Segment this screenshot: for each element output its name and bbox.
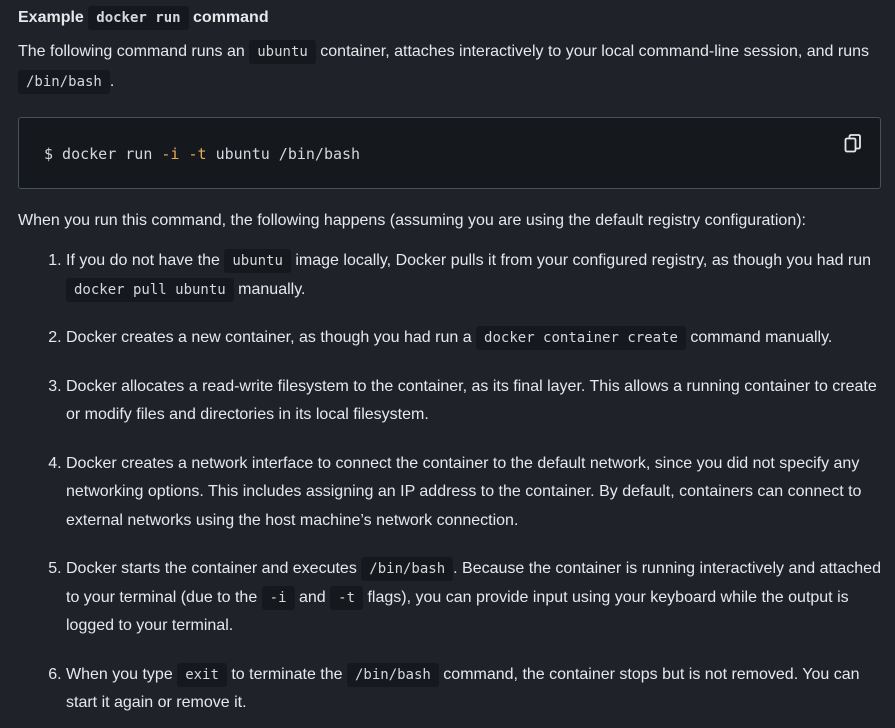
code-command[interactable]: $ docker run -i -t ubuntu /bin/bash xyxy=(44,140,360,168)
intro-paragraph: The following command runs an ubuntu con… xyxy=(18,37,881,97)
intro-text-3: . xyxy=(109,73,115,90)
list-item: If you do not have the ubuntu image loca… xyxy=(66,247,881,304)
code-flag-i: -i xyxy=(161,145,180,163)
intro-code-bash: /bin/bash xyxy=(18,70,110,94)
step-text: When you type xyxy=(66,665,173,683)
after-paragraph: When you run this command, the following… xyxy=(18,212,806,229)
steps-list: If you do not have the ubuntu image loca… xyxy=(18,247,881,718)
list-item: When you type exit to terminate the /bin… xyxy=(66,661,881,718)
step-text: Docker starts the container and executes xyxy=(66,560,357,577)
docs-content: Example docker run command The following… xyxy=(0,0,895,718)
step-text: If you do not have the xyxy=(66,252,220,269)
copy-button[interactable] xyxy=(844,134,862,154)
list-item: Docker starts the container and executes… xyxy=(66,555,881,641)
step-text: Docker creates a new container, as thoug… xyxy=(66,329,472,346)
step-text: Docker allocates a read-write filesystem… xyxy=(66,377,877,424)
step-text: image locally, Docker pulls it from your… xyxy=(295,252,872,269)
step-code: ubuntu xyxy=(224,249,291,273)
step-code: exit xyxy=(177,662,227,687)
code-flag-t: -t xyxy=(188,145,207,163)
heading-code: docker run xyxy=(88,6,189,30)
step-text: manually. xyxy=(238,280,306,298)
step-text: command manually. xyxy=(690,329,833,346)
intro-text-2: container, attaches interactively to you… xyxy=(320,43,869,60)
intro-code-ubuntu: ubuntu xyxy=(249,40,316,64)
step-code: -i xyxy=(261,585,295,610)
code-prompt: $ docker run xyxy=(44,145,153,163)
step-code: /bin/bash xyxy=(346,662,439,687)
code-block[interactable]: $ docker run -i -t ubuntu /bin/bash xyxy=(18,117,881,189)
intro-text-1: The following command runs an xyxy=(18,43,245,60)
code-rest: ubuntu /bin/bash xyxy=(215,145,361,163)
step-code: docker container create xyxy=(476,326,686,350)
step-text: to terminate the xyxy=(231,665,343,683)
heading-suffix: command xyxy=(193,9,269,26)
copy-icon xyxy=(844,134,861,153)
list-item: Docker creates a new container, as thoug… xyxy=(66,324,881,353)
step-code: -t xyxy=(330,585,363,610)
list-item: Docker creates a network interface to co… xyxy=(66,450,881,536)
step-code: /bin/bash xyxy=(361,557,454,581)
step-text: Docker creates a network interface to co… xyxy=(66,454,862,529)
step-text: and xyxy=(298,588,326,606)
section-heading: Example docker run command xyxy=(18,0,881,32)
step-code: docker pull ubuntu xyxy=(66,277,234,302)
heading-prefix: Example xyxy=(18,9,84,26)
list-item: Docker allocates a read-write filesystem… xyxy=(66,373,881,430)
